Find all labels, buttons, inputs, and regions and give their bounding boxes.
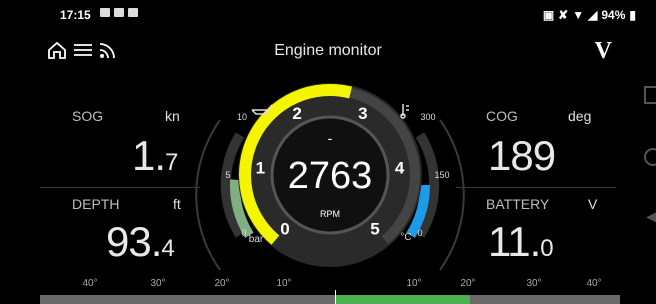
depth-label: DEPTH <box>72 196 120 212</box>
cog-int: 189 <box>488 132 556 179</box>
engine-gauge: 0 1 2 3 4 5 - 2763 RPM 10 5 0 bar 300 150 0 °… <box>195 83 465 271</box>
temp-label-mid: 150 <box>434 170 449 180</box>
sog-label: SOG <box>72 108 104 124</box>
thermometer-icon <box>400 104 409 119</box>
heading-bar: 40° 30° 20° 10° 10° 20° 30° 40° <box>40 276 620 304</box>
temp-label-min: 0 <box>417 228 422 238</box>
home-nav-icon[interactable] <box>644 148 656 166</box>
cog-label: COG <box>486 108 518 124</box>
system-icons: ▣ ✘ ▼ ◢ 94% ▮ <box>543 8 636 22</box>
battery-percent: 94% <box>601 8 626 22</box>
depth-int: 93. <box>106 218 162 265</box>
heading-tick-label: 10° <box>406 278 422 289</box>
back-icon[interactable]: ◀ <box>646 206 656 227</box>
battery-dec: 0 <box>540 235 554 262</box>
rpm-tick-label: 3 <box>358 104 367 123</box>
nfc-icon: ▣ <box>542 8 555 22</box>
battery-unit: V <box>588 196 598 212</box>
rpm-tick-label: 1 <box>256 159 265 178</box>
depth-dec: 4 <box>161 235 175 262</box>
wifi-icon: ▼ <box>572 8 585 22</box>
rpm-tick-label: 2 <box>292 104 301 123</box>
heading-deviation <box>336 295 470 304</box>
temp-unit: °C <box>400 232 411 243</box>
oil-label-max: 10 <box>237 112 247 122</box>
left-divider <box>40 187 200 188</box>
rpm-tick-label: 0 <box>280 220 289 239</box>
message-icon <box>100 8 110 17</box>
rpm-tick-label: 5 <box>370 220 379 239</box>
heading-tick-label: 30° <box>526 278 542 289</box>
image-icon <box>114 8 124 17</box>
recents-icon[interactable] <box>644 86 656 104</box>
right-divider <box>456 187 616 188</box>
battery-label: BATTERY <box>486 196 550 212</box>
rpm-tick-label: 4 <box>395 159 405 178</box>
gauge-frame-right <box>439 119 465 271</box>
temp-label-max: 300 <box>420 112 435 122</box>
heading-tick-label: 40° <box>586 278 602 289</box>
signal-icon: ◢ <box>588 8 598 22</box>
rpm-dash: - <box>328 130 333 146</box>
status-bar: 17:15 ▣ ✘ ▼ ◢ 94% ▮ <box>0 0 656 30</box>
depth-value: 93.4 <box>106 218 175 266</box>
oil-label-min: 0 <box>241 228 246 238</box>
rpm-unit: RPM <box>320 209 340 219</box>
notification-icons <box>100 8 138 17</box>
heading-tick-label: 10° <box>276 278 292 289</box>
battery-value: 11.0 <box>488 218 554 266</box>
battery-icon: ▮ <box>629 8 636 22</box>
gauge-frame-left <box>195 119 221 271</box>
heading-tick-label: 40° <box>82 278 98 289</box>
cog-value: 189 <box>488 132 556 180</box>
notification-icon <box>128 8 138 17</box>
page-title: Engine monitor <box>274 42 382 59</box>
mute-icon: ✘ <box>558 8 569 22</box>
rpm-value: 2763 <box>288 155 373 197</box>
heading-tick-label: 20° <box>214 278 230 289</box>
sog-dec: 7 <box>165 149 179 176</box>
heading-tick-label: 30° <box>150 278 166 289</box>
heading-tick-label: 20° <box>460 278 476 289</box>
depth-unit: ft <box>173 196 181 212</box>
oil-unit: bar <box>249 234 264 245</box>
app-header: Engine monitor V <box>0 30 656 70</box>
heading-center-mark <box>335 290 336 304</box>
oil-label-mid: 5 <box>225 170 230 180</box>
status-time: 17:15 <box>60 8 91 22</box>
battery-int: 11. <box>488 218 541 265</box>
sog-unit: kn <box>165 108 180 124</box>
sog-int: 1. <box>132 132 166 179</box>
cog-unit: deg <box>568 108 592 124</box>
heading-track <box>40 295 620 304</box>
sog-value: 1.7 <box>132 132 178 180</box>
brand-logo: V <box>594 38 612 64</box>
